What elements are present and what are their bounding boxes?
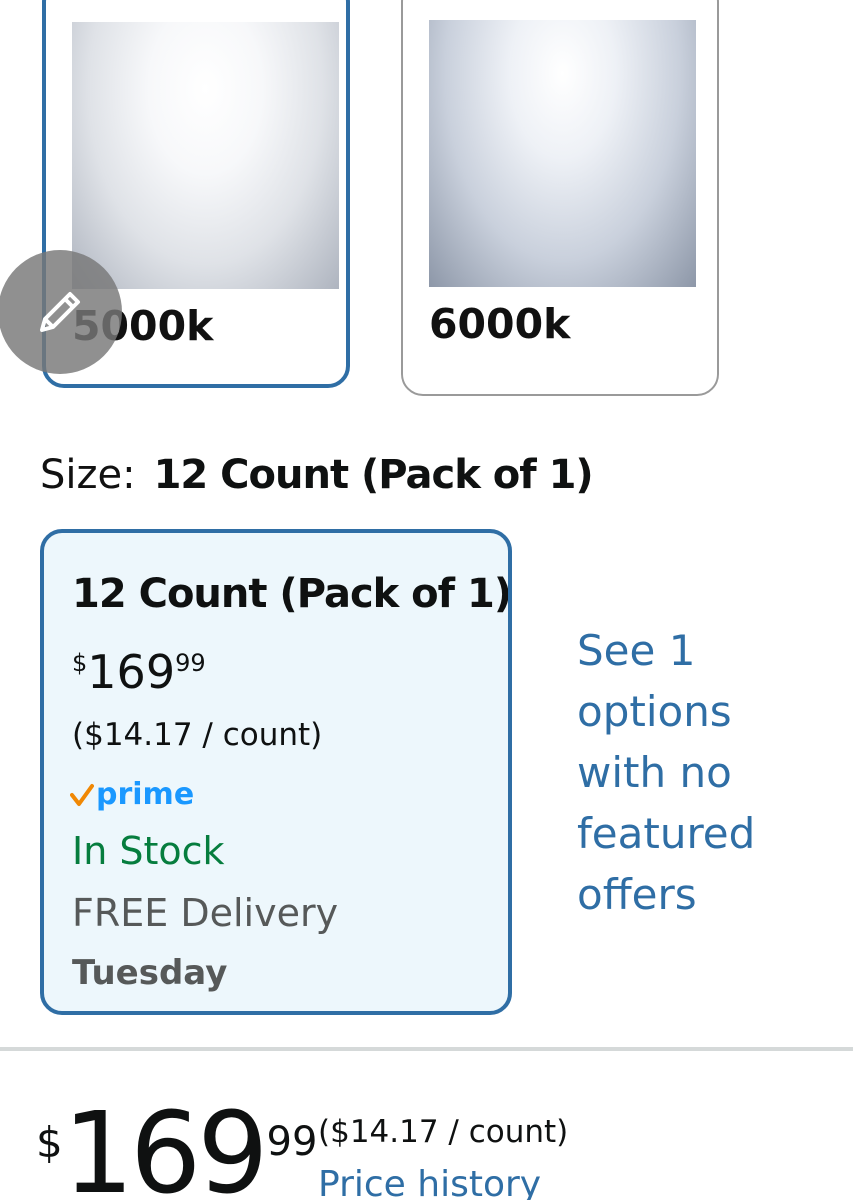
main-price: $16999 bbox=[36, 1098, 317, 1200]
price-currency: $ bbox=[72, 649, 88, 677]
color-option-5000k-image bbox=[72, 22, 339, 289]
delivery-day: Tuesday bbox=[72, 953, 228, 993]
main-price-whole: 169 bbox=[62, 1089, 269, 1200]
pencil-icon bbox=[40, 292, 80, 332]
main-unit-price: ($14.17 / count) bbox=[318, 1114, 569, 1150]
price-fraction: 99 bbox=[175, 649, 206, 677]
prime-badge: prime bbox=[70, 777, 194, 812]
price-history-link[interactable]: Price history bbox=[318, 1164, 541, 1200]
color-option-6000k-image bbox=[429, 20, 696, 287]
size-option-title: 12 Count (Pack of 1) bbox=[72, 571, 512, 617]
prime-label: prime bbox=[96, 777, 195, 812]
stock-status: In Stock bbox=[72, 829, 225, 873]
color-option-label: 6000k bbox=[429, 300, 571, 348]
delivery-text: FREE Delivery bbox=[72, 891, 339, 935]
color-option-6000k[interactable]: 6000k bbox=[401, 0, 719, 396]
price-whole: 169 bbox=[87, 645, 176, 699]
prime-check-icon bbox=[70, 783, 94, 806]
size-option-card[interactable]: 12 Count (Pack of 1) $16999 ($14.17 / co… bbox=[40, 529, 512, 1015]
size-summary: Size: 12 Count (Pack of 1) bbox=[40, 452, 594, 498]
main-price-currency: $ bbox=[36, 1118, 63, 1167]
size-option-price: $16999 bbox=[72, 645, 206, 699]
size-option-unit-price: ($14.17 / count) bbox=[72, 717, 323, 753]
see-options-link[interactable]: See 1 options with no featured offers bbox=[577, 620, 817, 925]
product-options-page: 5000k 6000k Size: 12 Count (Pack of 1) 12… bbox=[0, 0, 853, 1200]
edit-button[interactable] bbox=[0, 250, 122, 374]
section-divider bbox=[0, 1047, 853, 1051]
size-label: Size: bbox=[40, 452, 136, 498]
main-price-fraction: 99 bbox=[266, 1119, 318, 1165]
size-selected-value: 12 Count (Pack of 1) bbox=[153, 452, 594, 498]
